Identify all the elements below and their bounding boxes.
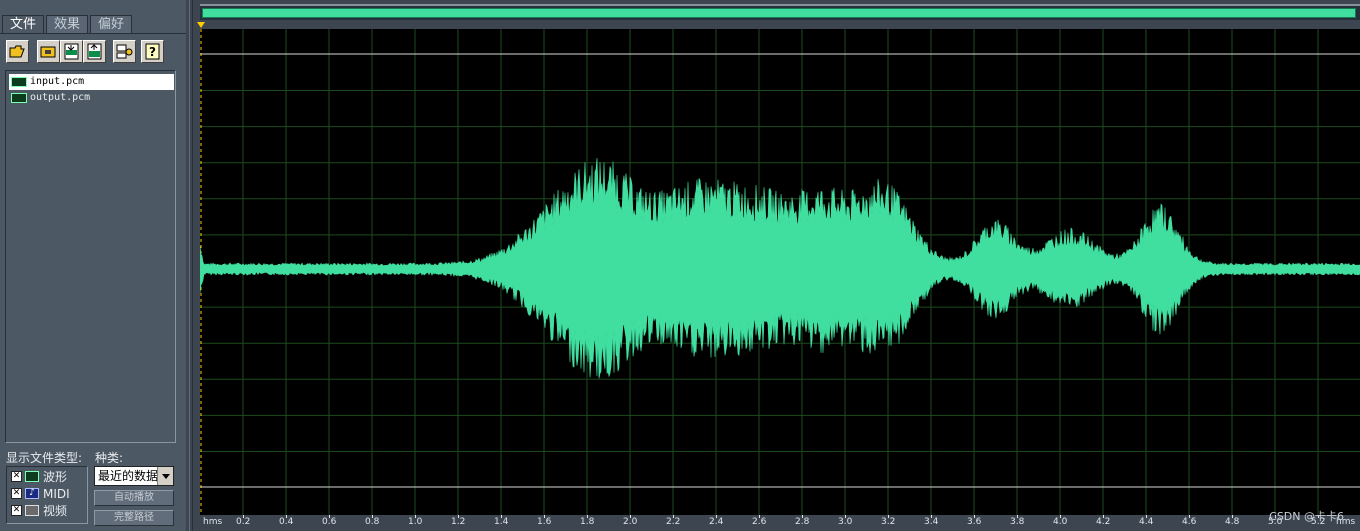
ruler-tick-label: 2.6 — [752, 517, 767, 527]
open-file-icon — [9, 45, 25, 58]
watermark: CSDN @卡卡6 — [1269, 510, 1344, 523]
export-icon — [87, 43, 102, 60]
file-name: input.pcm — [30, 76, 85, 87]
ruler-tick-label: 4.8 — [1225, 517, 1240, 527]
ruler-tick-label: 1.0 — [408, 517, 423, 527]
panel-tabs: 文件 效果 偏好 — [2, 15, 134, 33]
ruler-tick-label: 1.8 — [580, 517, 595, 527]
overview-bar[interactable] — [200, 4, 1360, 20]
ruler-tick-label: 3.2 — [881, 517, 896, 527]
help-button[interactable]: ? — [141, 40, 164, 63]
export-button[interactable] — [83, 40, 106, 63]
ruler-tick-label: 0.2 — [236, 517, 251, 527]
ruler-tick-label: 2.8 — [795, 517, 810, 527]
waveform-path — [200, 157, 1360, 379]
filter-video[interactable]: ✕ 视频 — [11, 503, 87, 519]
splitter-line — [189, 0, 190, 531]
ruler-tick-label: 4.0 — [1053, 517, 1068, 527]
ruler-tick-label: 2.2 — [666, 517, 681, 527]
checkbox[interactable]: ✕ — [11, 471, 22, 482]
tab-favorites[interactable]: 偏好 — [90, 15, 133, 33]
batch-icon — [116, 44, 133, 59]
midi-icon: ♪ — [25, 488, 39, 499]
file-list[interactable]: input.pcm output.pcm — [5, 70, 176, 443]
ruler-unit-label: hms — [203, 517, 223, 527]
auto-play-button[interactable]: 自动播放 — [94, 490, 174, 506]
ruler-tick-label: 3.6 — [967, 517, 982, 527]
open-folder-button[interactable] — [37, 40, 60, 63]
filter-waveform[interactable]: ✕ 波形 — [11, 469, 87, 485]
import-icon — [64, 43, 79, 60]
time-ruler: hms hms 0.2 0.4 0.6 0.8 1.0 1.2 1.4 1.6 1.8 2.0 2.… — [200, 515, 1360, 531]
filter-label-waveform: 波形 — [43, 470, 68, 484]
batch-button[interactable] — [113, 40, 136, 63]
tab-effects[interactable]: 效果 — [46, 15, 89, 33]
checkbox[interactable]: ✕ — [11, 488, 22, 499]
filter-label-video: 视频 — [43, 504, 68, 518]
svg-text:?: ? — [149, 45, 156, 59]
waveform-icon — [25, 471, 39, 482]
waveform-file-icon — [11, 93, 27, 103]
ruler-tick-label: 3.4 — [924, 517, 939, 527]
ruler-tick-label: 0.6 — [322, 517, 337, 527]
filter-label-midi: MIDI — [43, 487, 70, 501]
ruler-tick-label: 4.2 — [1096, 517, 1111, 527]
tabs-divider — [0, 33, 186, 34]
ruler-tick-label: 4.4 — [1139, 517, 1154, 527]
file-type-filter-label: 显示文件类型: — [6, 451, 83, 465]
ruler-tick-label: 3.8 — [1010, 517, 1025, 527]
kind-label: 种类: — [95, 451, 124, 465]
open-file-button[interactable] — [6, 40, 29, 63]
ruler-tick-label: 1.2 — [451, 517, 466, 527]
playhead-marker[interactable] — [197, 22, 205, 28]
checkbox[interactable]: ✕ — [11, 505, 22, 516]
overview-range[interactable] — [202, 8, 1356, 18]
ruler-tick-label: 2.4 — [709, 517, 724, 527]
ruler-tick-label: 1.6 — [537, 517, 552, 527]
panel-splitter[interactable] — [186, 0, 200, 531]
help-icon: ? — [145, 43, 160, 60]
kind-select-value: 最近的数据 — [98, 469, 159, 483]
ruler-tick-label: 4.6 — [1182, 517, 1197, 527]
full-path-button[interactable]: 完整路径 — [94, 510, 174, 526]
ruler-tick-label: 0.8 — [365, 517, 380, 527]
waveform-display[interactable] — [200, 29, 1360, 515]
file-item[interactable]: input.pcm — [9, 74, 174, 90]
ruler-tick-label: 3.0 — [838, 517, 853, 527]
filter-midi[interactable]: ✕ ♪ MIDI — [11, 486, 87, 502]
tab-files[interactable]: 文件 — [2, 15, 45, 33]
splitter-line — [192, 0, 193, 531]
kind-select[interactable]: 最近的数据 — [94, 466, 174, 486]
ruler-tick-label: 2.0 — [623, 517, 638, 527]
ruler-tick-label: 1.4 — [494, 517, 509, 527]
file-name: output.pcm — [30, 92, 91, 103]
chevron-down-icon[interactable] — [157, 467, 173, 485]
import-button[interactable] — [60, 40, 83, 63]
file-type-checklist: ✕ 波形 ✕ ♪ MIDI ✕ 视频 — [6, 466, 88, 524]
open-folder-icon — [40, 46, 56, 58]
ruler-tick-label: 0.4 — [279, 517, 294, 527]
video-icon — [25, 505, 39, 516]
file-panel: 文件 效果 偏好 ? input.pcm output.pcm 显示文件类型: … — [0, 0, 186, 531]
file-item[interactable]: output.pcm — [9, 90, 174, 106]
waveform-file-icon — [11, 77, 27, 87]
